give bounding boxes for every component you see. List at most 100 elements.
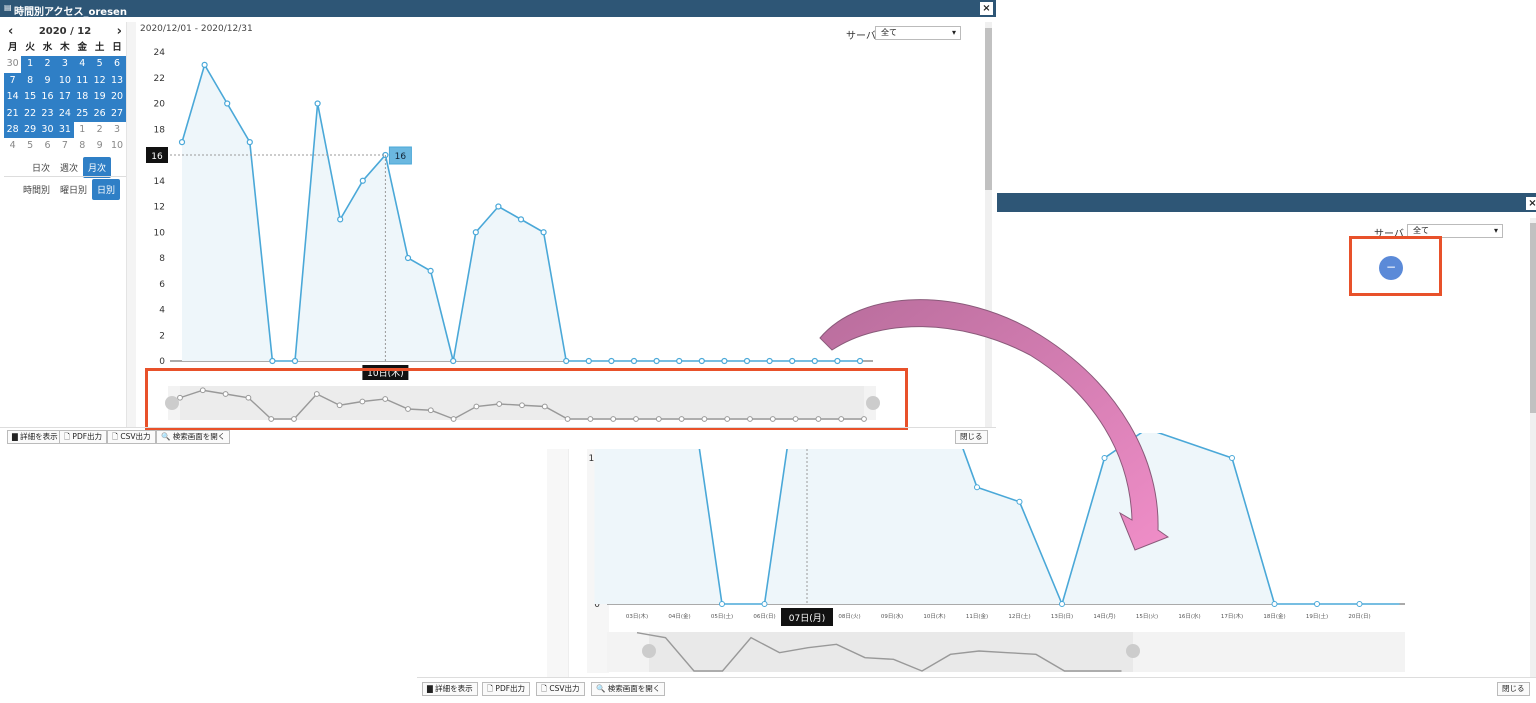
tab-period_tabs-2[interactable]: 月次 <box>83 157 112 178</box>
weekday-header: 土 <box>94 42 105 53</box>
window2-scrollbar-thumb[interactable] <box>1530 223 1536 413</box>
window-icon: ▤ <box>4 3 12 12</box>
calendar-day[interactable]: 5 <box>21 138 38 154</box>
tooltip-value: 16 <box>395 152 407 162</box>
calendar-day[interactable]: 2 <box>91 122 108 138</box>
navigator-point <box>496 401 503 407</box>
x-tick-label: 20日(日) <box>1348 613 1370 620</box>
tab-grain_tabs-0[interactable]: 時間別 <box>18 179 55 200</box>
pdf-button[interactable]: 🗋 PDF出力 <box>59 430 108 444</box>
calendar-day[interactable]: 8 <box>21 72 39 90</box>
calendar-day[interactable]: 31 <box>56 121 74 139</box>
navigator-point <box>268 416 275 422</box>
data-point <box>495 203 502 210</box>
data-point <box>585 357 592 365</box>
x-tick-label: 10日(木) <box>923 612 945 620</box>
x-tick-label: 08日(火) <box>838 613 860 620</box>
data-point <box>811 357 818 365</box>
calendar-day[interactable]: 1 <box>74 122 91 138</box>
x-tick-label: 17日(木) <box>1221 612 1243 620</box>
next-month-icon[interactable]: › <box>117 24 122 39</box>
calendar-day[interactable]: 9 <box>91 138 108 154</box>
navigator-point <box>245 394 252 401</box>
data-point <box>761 601 768 607</box>
tab-period_tabs-0[interactable]: 日次 <box>27 157 55 178</box>
calendar-day[interactable]: 16 <box>38 89 57 106</box>
navigator-point <box>427 407 434 414</box>
search-button[interactable]: 🔍 検索画面を開く <box>156 430 231 444</box>
data-point <box>563 357 570 365</box>
calendar-day[interactable]: 10 <box>56 72 74 90</box>
calendar-day[interactable]: 18 <box>73 89 91 106</box>
calendar-day[interactable]: 6 <box>108 56 126 73</box>
navigator-point <box>199 387 206 394</box>
calendar-day[interactable]: 22 <box>21 105 39 122</box>
calendar-day[interactable]: 8 <box>74 138 91 154</box>
left-panel-divider <box>126 22 136 427</box>
x-tick-label: 18日(金) <box>1263 612 1285 620</box>
tab-grain_tabs-2[interactable]: 日別 <box>92 179 121 200</box>
navigator-point <box>792 416 799 422</box>
window2-search-button[interactable]: 🔍 検索画面を開く <box>591 682 666 696</box>
data-point <box>269 357 276 365</box>
navigator-point <box>815 416 822 422</box>
window2-close-button[interactable]: × <box>1526 197 1536 210</box>
server-select[interactable]: 全て <box>875 26 961 40</box>
calendar-day[interactable]: 4 <box>73 56 91 73</box>
calendar-day[interactable]: 20 <box>108 89 126 106</box>
calendar-day[interactable]: 28 <box>4 121 22 139</box>
calendar-day[interactable]: 17 <box>56 89 74 106</box>
calendar-day[interactable]: 27 <box>108 105 126 122</box>
calendar-day[interactable]: 24 <box>56 105 74 122</box>
y-tick-label: 18 <box>154 125 166 135</box>
calendar-day[interactable]: 25 <box>73 105 91 122</box>
window1-close-button[interactable]: × <box>980 2 993 15</box>
crosshair-y-label: 16 <box>151 152 163 162</box>
close-footer-button[interactable]: 閉じる <box>955 430 988 444</box>
tab-grain_tabs-1[interactable]: 曜日別 <box>55 179 92 200</box>
tab-period_tabs-1[interactable]: 週次 <box>55 157 83 178</box>
calendar-day[interactable]: 23 <box>38 105 57 122</box>
calendar-day[interactable]: 19 <box>90 89 109 106</box>
calendar-day[interactable]: 10 <box>108 138 125 154</box>
calendar-day[interactable]: 11 <box>73 72 91 90</box>
minus-icon: − <box>1385 260 1397 274</box>
calendar-day[interactable]: 1 <box>21 56 39 73</box>
calendar-day[interactable]: 14 <box>4 89 22 106</box>
calendar-day[interactable]: 21 <box>4 105 22 122</box>
calendar-day[interactable]: 30 <box>4 56 21 72</box>
calendar-day[interactable]: 2 <box>38 56 57 73</box>
window2-pdf-button[interactable]: 🗋 PDF出力 <box>482 682 531 696</box>
calendar-day[interactable]: 30 <box>38 121 57 139</box>
csv-button[interactable]: 🗋 CSV出力 <box>107 430 156 444</box>
file-icon: ▇ <box>427 684 436 693</box>
calendar-day[interactable]: 13 <box>108 72 126 90</box>
data-point <box>427 267 434 274</box>
prev-month-icon[interactable]: ‹ <box>8 24 13 39</box>
calendar-day[interactable]: 29 <box>21 121 39 139</box>
window1-scrollbar-thumb[interactable] <box>985 28 992 190</box>
zoom-out-button[interactable]: − <box>1379 256 1403 280</box>
calendar-day[interactable]: 3 <box>56 56 74 73</box>
window2-close-footer-button[interactable]: 閉じる <box>1497 682 1530 696</box>
navigator-point <box>861 416 867 422</box>
navigator[interactable] <box>160 382 880 426</box>
calendar: ‹ 2020 / 12 › 月火水木金土日 30 1 2 3 4 5 6 7 8 9 10 11 12 13… <box>4 22 126 155</box>
calendar-day[interactable]: 4 <box>4 138 21 154</box>
calendar-day[interactable]: 5 <box>90 56 109 73</box>
calendar-day[interactable]: 7 <box>56 138 73 154</box>
calendar-day[interactable]: 7 <box>4 72 22 90</box>
calendar-day[interactable]: 3 <box>108 122 125 138</box>
calendar-day[interactable]: 12 <box>90 72 109 90</box>
window2-csv-button[interactable]: 🗋 CSV出力 <box>536 682 585 696</box>
window2-detail-button[interactable]: ▇ 詳細を表示 <box>422 682 478 696</box>
data-point <box>1356 601 1363 607</box>
navigator-point <box>724 416 731 422</box>
calendar-day[interactable]: 26 <box>90 105 109 122</box>
data-point <box>1101 455 1108 461</box>
detail-button[interactable]: ▇ 詳細を表示 <box>7 430 63 444</box>
calendar-day[interactable]: 9 <box>38 72 57 90</box>
navigator-point <box>291 416 297 422</box>
calendar-day[interactable]: 6 <box>39 138 56 154</box>
calendar-day[interactable]: 15 <box>21 89 39 106</box>
